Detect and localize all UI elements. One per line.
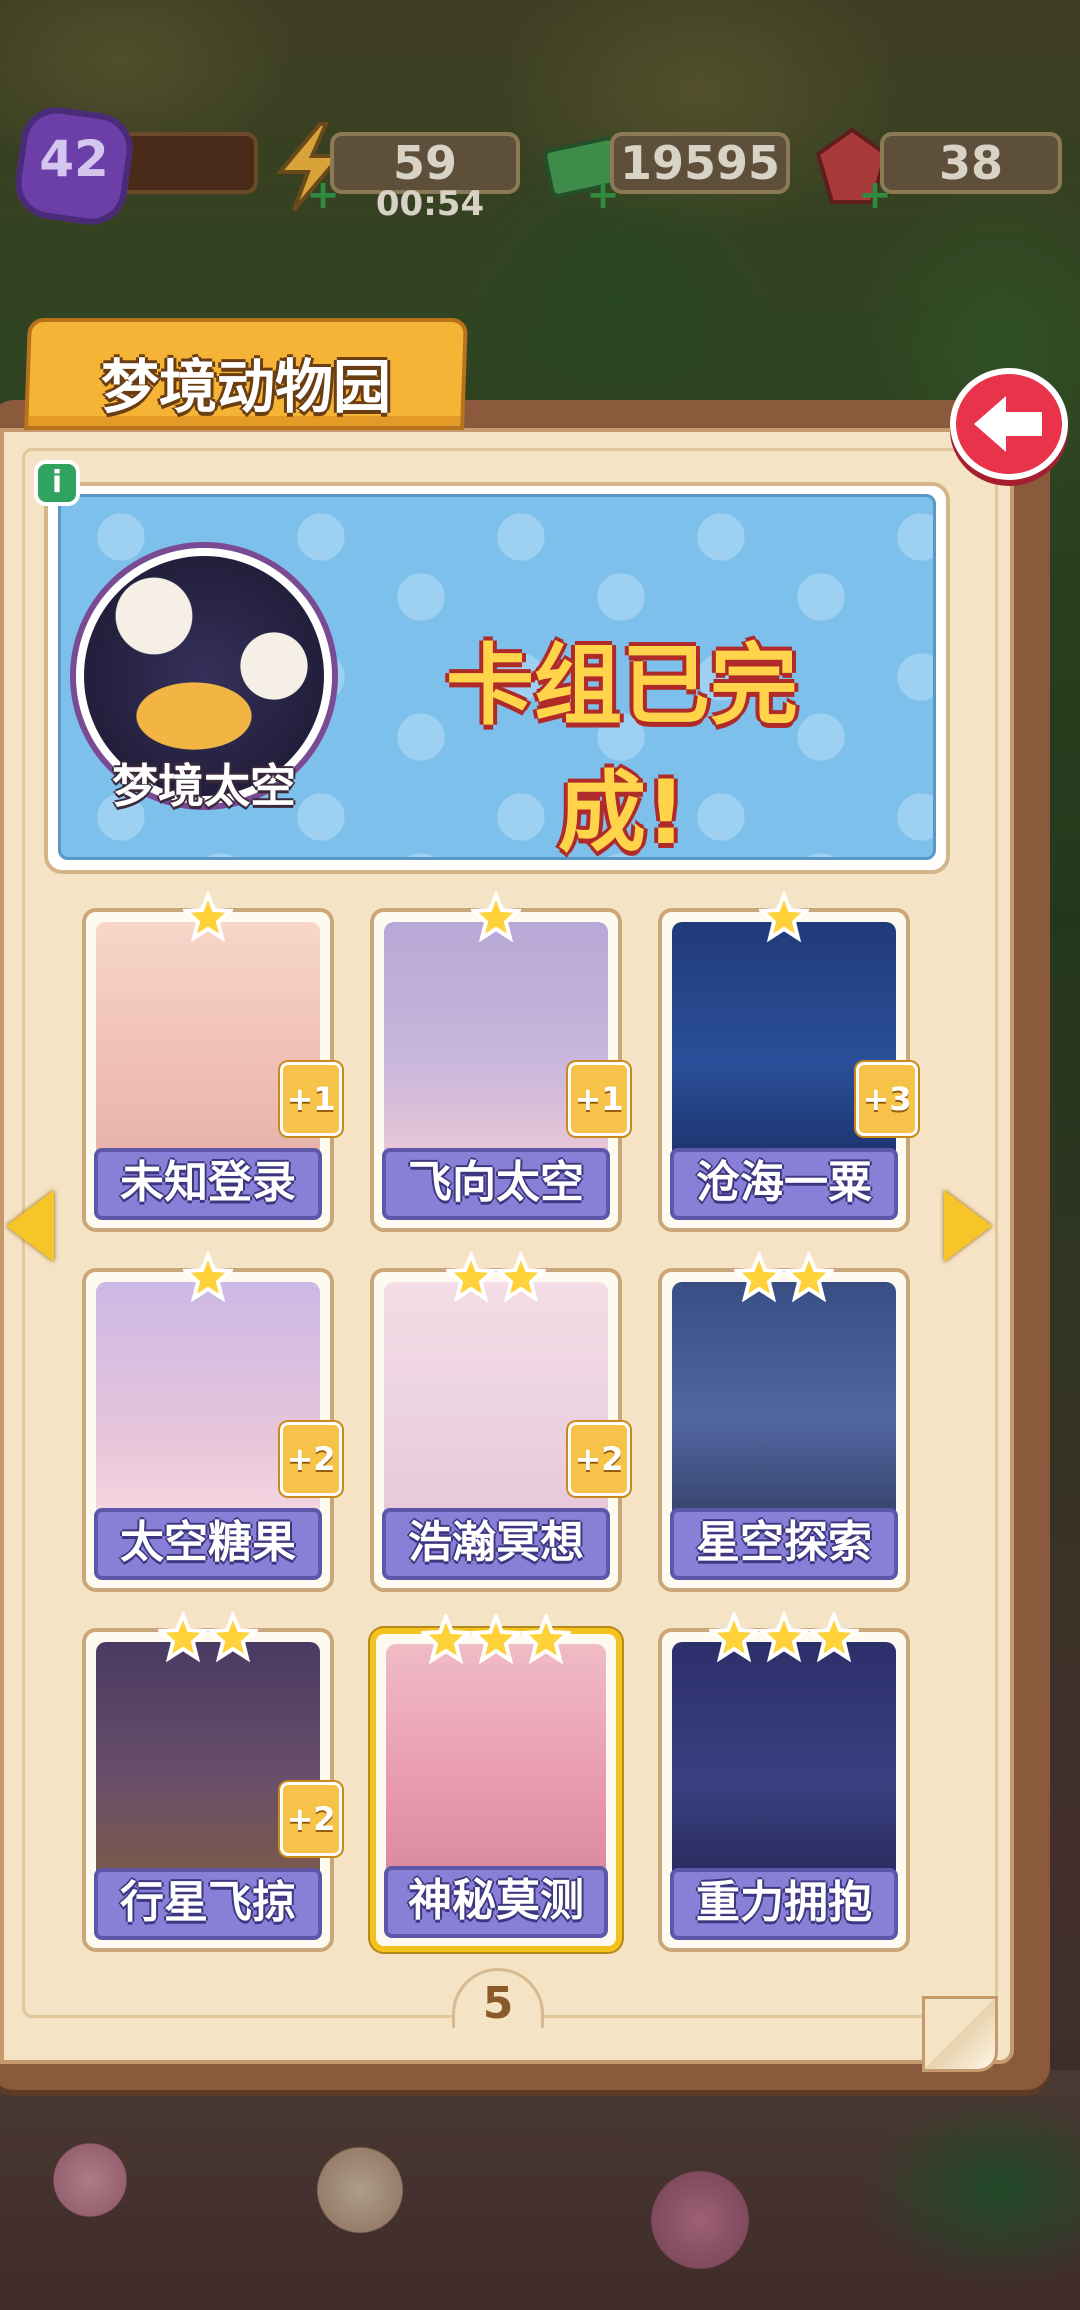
- background-scene-bottom: [0, 2070, 1080, 2310]
- star-icon: [421, 1614, 471, 1664]
- album-card[interactable]: 太空糖果 +2: [82, 1252, 342, 1592]
- card-title: 重力拥抱: [696, 1877, 872, 1928]
- album-card[interactable]: 重力拥抱: [658, 1612, 910, 1952]
- duplicate-count-badge: +1: [568, 1062, 630, 1136]
- card-stars: [374, 1252, 618, 1304]
- page-number: 5: [482, 1978, 514, 2029]
- card-title: 未知登录: [120, 1157, 296, 1208]
- star-icon: [471, 1614, 521, 1664]
- level-value: 42: [39, 130, 109, 188]
- deck-name: 梦境太空: [112, 759, 296, 813]
- card-title: 星空探索: [696, 1517, 872, 1568]
- star-icon: [784, 1252, 834, 1302]
- card-stars: [662, 1612, 906, 1664]
- card-title: 神秘莫测: [408, 1875, 584, 1926]
- card-stars: [662, 892, 906, 944]
- star-icon: [496, 1252, 546, 1302]
- star-icon: [734, 1252, 784, 1302]
- xp-bar: [118, 132, 258, 194]
- duplicate-count-badge: +3: [856, 1062, 918, 1136]
- album-card[interactable]: 星空探索: [658, 1252, 910, 1592]
- page-title: 梦境动物园: [100, 353, 391, 421]
- album-card[interactable]: 行星飞掠 +2: [82, 1612, 342, 1952]
- star-icon: [446, 1252, 496, 1302]
- album-card[interactable]: 未知登录 +1: [82, 892, 342, 1232]
- energy-timer: 00:54: [375, 184, 485, 224]
- card-stars: [374, 892, 618, 944]
- star-icon: [183, 1252, 233, 1302]
- star-icon: [759, 892, 809, 942]
- back-button[interactable]: [950, 368, 1068, 480]
- page-curl: [922, 1996, 998, 2072]
- card-title: 浩瀚冥想: [408, 1517, 584, 1568]
- card-title: 太空糖果: [120, 1517, 296, 1568]
- star-icon: [183, 892, 233, 942]
- album-card[interactable]: 神秘莫测: [370, 1614, 622, 1952]
- back-arrow-icon: [974, 396, 1042, 452]
- duplicate-count-badge: +1: [280, 1062, 342, 1136]
- card-artwork: [386, 1644, 606, 1876]
- card-stars: [662, 1252, 906, 1304]
- star-icon: [759, 1612, 809, 1662]
- duplicate-count-badge: +2: [280, 1782, 342, 1856]
- card-artwork: [672, 1282, 896, 1514]
- card-artwork: [672, 1642, 896, 1874]
- card-title: 飞向太空: [408, 1157, 584, 1208]
- card-stars: [86, 892, 330, 944]
- card-stars: [86, 1612, 330, 1664]
- chevron-left-icon[interactable]: [6, 1190, 54, 1262]
- star-icon: [471, 892, 521, 942]
- album-card[interactable]: 沧海一粟 +3: [658, 892, 918, 1232]
- duplicate-count-badge: +2: [568, 1422, 630, 1496]
- deck-status: 卡组已完成!: [445, 634, 798, 864]
- duplicate-count-badge: +2: [280, 1422, 342, 1496]
- album-card[interactable]: 飞向太空 +1: [370, 892, 630, 1232]
- chevron-right-icon[interactable]: [944, 1190, 992, 1262]
- gems-value: 38: [880, 132, 1062, 194]
- star-icon: [809, 1612, 859, 1662]
- star-icon: [521, 1614, 571, 1664]
- cash-value: 19595: [610, 132, 790, 194]
- card-stars: [376, 1614, 616, 1666]
- star-icon: [208, 1612, 258, 1662]
- card-title: 行星飞掠: [120, 1877, 296, 1928]
- card-stars: [86, 1252, 330, 1304]
- album-card[interactable]: 浩瀚冥想 +2: [370, 1252, 630, 1592]
- star-icon: [709, 1612, 759, 1662]
- card-title: 沧海一粟: [696, 1157, 872, 1208]
- info-icon[interactable]: i: [34, 460, 80, 506]
- star-icon: [158, 1612, 208, 1662]
